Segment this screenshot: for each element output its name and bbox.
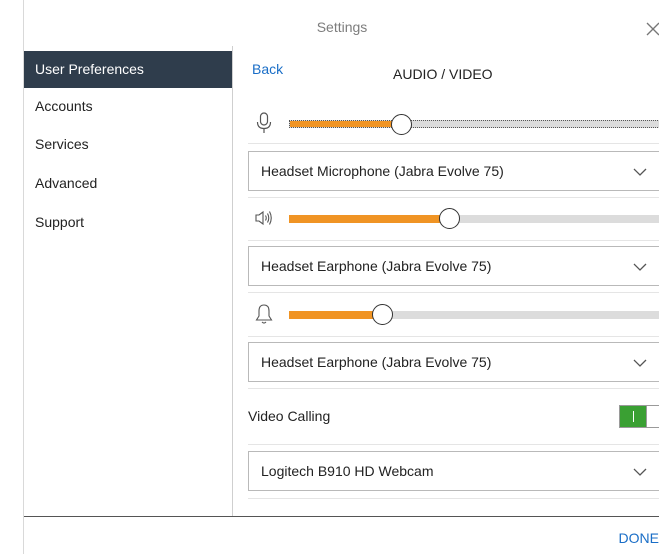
ringer-level-row xyxy=(248,297,659,331)
page-title: AUDIO / VIDEO xyxy=(393,66,493,82)
camera-device-select[interactable]: Logitech B910 HD Webcam xyxy=(248,451,659,491)
divider xyxy=(248,143,659,144)
ringer-slider[interactable] xyxy=(289,304,659,325)
chevron-down-icon xyxy=(633,359,647,367)
microphone-device-select[interactable]: Headset Microphone (Jabra Evolve 75) xyxy=(248,151,659,191)
divider xyxy=(248,336,659,337)
speaker-slider-thumb[interactable] xyxy=(438,208,460,229)
chevron-down-icon xyxy=(633,468,647,476)
divider xyxy=(248,292,659,293)
microphone-device-value: Headset Microphone (Jabra Evolve 75) xyxy=(261,163,504,179)
microphone-slider-fill xyxy=(290,121,401,127)
window-title: Settings xyxy=(316,19,368,35)
speaker-slider[interactable] xyxy=(289,208,659,229)
microphone-slider[interactable] xyxy=(289,114,659,135)
camera-device-value: Logitech B910 HD Webcam xyxy=(261,463,434,479)
toggle-on-indicator xyxy=(620,406,646,427)
bell-icon xyxy=(255,304,273,324)
close-icon[interactable] xyxy=(646,22,659,36)
toggle-on-mark xyxy=(633,411,634,422)
microphone-icon xyxy=(256,112,272,133)
back-link[interactable]: Back xyxy=(252,61,283,77)
sidebar-item-accounts[interactable]: Accounts xyxy=(24,88,232,125)
ringer-slider-thumb[interactable] xyxy=(371,304,393,325)
main-panel: Back AUDIO / VIDEO Headset Microphone (J… xyxy=(233,46,659,516)
speaker-icon xyxy=(255,210,272,226)
speaker-level-row xyxy=(248,201,659,235)
settings-window: Settings User Preferences Accounts Servi… xyxy=(23,0,659,554)
speaker-device-value: Headset Earphone (Jabra Evolve 75) xyxy=(261,258,492,274)
footer-divider xyxy=(24,516,659,517)
video-calling-label: Video Calling xyxy=(248,408,331,424)
divider xyxy=(248,240,659,241)
ringer-slider-fill xyxy=(289,311,382,319)
ringer-device-value: Headset Earphone (Jabra Evolve 75) xyxy=(261,354,492,370)
video-calling-toggle[interactable] xyxy=(619,405,659,428)
sidebar: User Preferences Accounts Services Advan… xyxy=(24,46,233,516)
divider xyxy=(248,388,659,389)
sidebar-item-services[interactable]: Services xyxy=(24,126,232,163)
toggle-knob xyxy=(646,406,659,427)
divider xyxy=(248,498,659,499)
sidebar-item-user-preferences[interactable]: User Preferences xyxy=(24,51,232,88)
microphone-slider-thumb[interactable] xyxy=(390,114,412,135)
speaker-device-select[interactable]: Headset Earphone (Jabra Evolve 75) xyxy=(248,246,659,286)
divider xyxy=(248,197,659,198)
title-bar: Settings xyxy=(24,0,659,46)
sidebar-item-support[interactable]: Support xyxy=(24,204,232,241)
divider xyxy=(248,444,659,445)
chevron-down-icon xyxy=(633,168,647,176)
speaker-slider-fill xyxy=(289,215,449,223)
chevron-down-icon xyxy=(633,263,647,271)
ringer-device-select[interactable]: Headset Earphone (Jabra Evolve 75) xyxy=(248,342,659,382)
microphone-level-row xyxy=(248,106,659,140)
sidebar-item-advanced[interactable]: Advanced xyxy=(24,165,232,202)
done-button[interactable]: DONE xyxy=(619,530,659,546)
